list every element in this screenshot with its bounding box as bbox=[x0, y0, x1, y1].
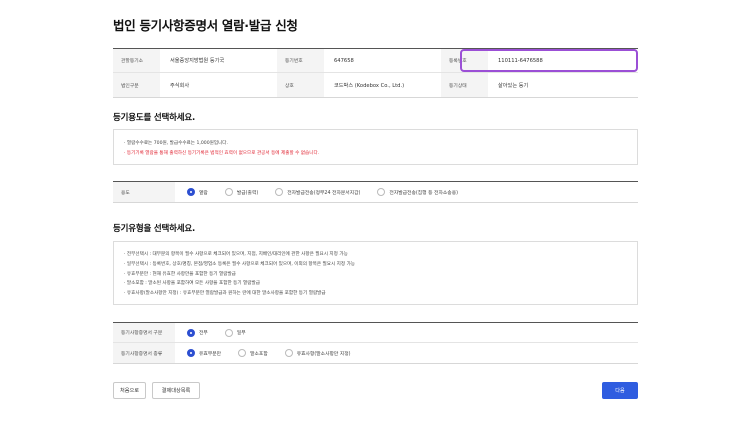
type-note: · 유효사항(말소사항만 지정) : 유효부분만 열람발급과 원하는 란에 대한… bbox=[124, 291, 326, 297]
radio-e-issue-gov24-label: 전자발급전송(정부24 전자문서지갑) bbox=[287, 190, 361, 196]
type-note: · 전부선택시 : 대부분의 항목이 필수 사항으로 체크되어 있으며, 지점,… bbox=[124, 252, 348, 257]
radio-empty-icon bbox=[224, 328, 233, 337]
registration-number-highlight bbox=[460, 49, 638, 72]
type-note: · 일부선택시 : 등록번호, 상호/명칭, 본점/영업소 등록은 필수 사항으… bbox=[124, 261, 356, 267]
radio-e-issue-litigation-label: 전자발급전송(집행 등 전자소송용) bbox=[389, 190, 458, 196]
type-note: · 말소포함 : 말소된 사항을 포함하여 모든 사항을 포함한 등기 열람발급 bbox=[124, 281, 260, 287]
first-page-button[interactable]: 처음으로 bbox=[113, 382, 146, 399]
type-section-title: 등기유형을 선택하세요. bbox=[113, 224, 195, 234]
radio-empty-icon bbox=[224, 188, 233, 196]
radio-empty-icon bbox=[377, 188, 386, 196]
purpose-option-table: 용도 열람 발급(출력) 전자발급전송(정부24 전자문서지갑) 전자발급전송(… bbox=[113, 181, 638, 203]
radio-scope-all[interactable]: 전부 bbox=[187, 328, 208, 337]
scope-radio-group: 전부 일부 bbox=[175, 328, 263, 337]
purpose-notes: · 열람수수료는 700원, 발급수수료는 1,000원입니다. · 등기기록 … bbox=[113, 129, 638, 165]
registry-status-label: 등기상태 bbox=[441, 73, 488, 97]
type-note: · 유효부분만 : 현재 유효한 사항만을 포함한 등기 열람발급 bbox=[124, 271, 236, 277]
radio-e-issue-gov24[interactable]: 전자발급전송(정부24 전자문서지갑) bbox=[275, 188, 360, 196]
scope-row: 등기사항증명서 구분 전부 일부 bbox=[113, 323, 638, 343]
purpose-section-title: 등기용도를 선택하세요. bbox=[113, 113, 195, 123]
type-option-table: 등기사항증명서 구분 전부 일부 등기사항증명서 종류 유효부분만 말소포함 유… bbox=[113, 322, 638, 364]
payment-list-button[interactable]: 결제대상목록 bbox=[152, 382, 200, 399]
jurisdiction-value: 서울중앙지방법원 등기국 bbox=[170, 58, 225, 64]
kind-row: 등기사항증명서 종류 유효부분만 말소포함 유효사항(말소사항만 지정) bbox=[113, 343, 638, 363]
radio-kind-valid-only[interactable]: 유효부분만 bbox=[187, 349, 221, 357]
purpose-label: 용도 bbox=[113, 182, 175, 202]
type-notes: · 전부선택시 : 대부분의 항목이 필수 사항으로 체크되어 있으며, 지점,… bbox=[113, 241, 638, 305]
kind-radio-group: 유효부분만 말소포함 유효사항(말소사항만 지정) bbox=[175, 349, 368, 357]
radio-scope-partial-label: 일부 bbox=[236, 331, 246, 336]
corporation-type-label: 법인구분 bbox=[113, 73, 160, 97]
purpose-radio-group: 열람 발급(출력) 전자발급전송(정부24 전자문서지갑) 전자발급전송(집행 … bbox=[175, 188, 475, 196]
radio-e-issue-litigation[interactable]: 전자발급전송(집행 등 전자소송용) bbox=[377, 188, 458, 196]
radio-empty-icon bbox=[284, 349, 293, 357]
radio-kind-valid-specified[interactable]: 유효사항(말소사항만 지정) bbox=[284, 349, 351, 357]
corporation-type-value: 주식회사 bbox=[170, 82, 190, 89]
registry-number-label: 등기번호 bbox=[277, 49, 324, 72]
radio-kind-valid-only-label: 유효부분만 bbox=[199, 351, 222, 357]
radio-selected-icon bbox=[187, 188, 195, 196]
company-name-value: 코드박스 (Kodebox Co., Ltd.) bbox=[334, 82, 405, 89]
radio-kind-valid-specified-label: 유효사항(말소사항만 지정) bbox=[296, 351, 351, 357]
radio-empty-icon bbox=[275, 188, 284, 196]
info-row: 법인구분 주식회사 상호 코드박스 (Kodebox Co., Ltd.) 등기… bbox=[113, 73, 638, 97]
radio-empty-icon bbox=[238, 349, 247, 357]
registry-number-value: 647658 bbox=[334, 57, 354, 64]
company-name-label: 상호 bbox=[277, 73, 324, 97]
radio-kind-include-cancelled[interactable]: 말소포함 bbox=[238, 349, 268, 357]
radio-issue-print-label: 발급(출력) bbox=[236, 190, 259, 196]
radio-selected-icon bbox=[187, 328, 195, 337]
page-title: 법인 등기사항증명서 열람·발급 신청 bbox=[113, 18, 298, 33]
radio-selected-icon bbox=[187, 349, 195, 357]
kind-label: 등기사항증명서 종류 bbox=[113, 343, 175, 363]
radio-kind-include-cancelled-label: 말소포함 bbox=[250, 351, 268, 357]
radio-issue-print[interactable]: 발급(출력) bbox=[224, 188, 259, 196]
jurisdiction-label: 관할등기소 bbox=[113, 49, 160, 72]
radio-scope-partial[interactable]: 일부 bbox=[224, 328, 246, 337]
purpose-row: 용도 열람 발급(출력) 전자발급전송(정부24 전자문서지갑) 전자발급전송(… bbox=[113, 182, 638, 202]
registry-status-value: 살아있는 등기 bbox=[498, 82, 529, 89]
radio-view-label: 열람 bbox=[199, 190, 208, 196]
radio-scope-all-label: 전부 bbox=[199, 331, 208, 336]
scope-label: 등기사항증명서 구분 bbox=[113, 323, 175, 342]
fee-note: · 열람수수료는 700원, 발급수수료는 1,000원입니다. bbox=[124, 141, 228, 146]
radio-view[interactable]: 열람 bbox=[187, 188, 208, 196]
warning-note: · 등기기록 열람을 통해 출력하신 등기기록은 법적인 효력이 없으므로 관공… bbox=[124, 150, 320, 156]
next-button[interactable]: 다음 bbox=[602, 382, 638, 399]
